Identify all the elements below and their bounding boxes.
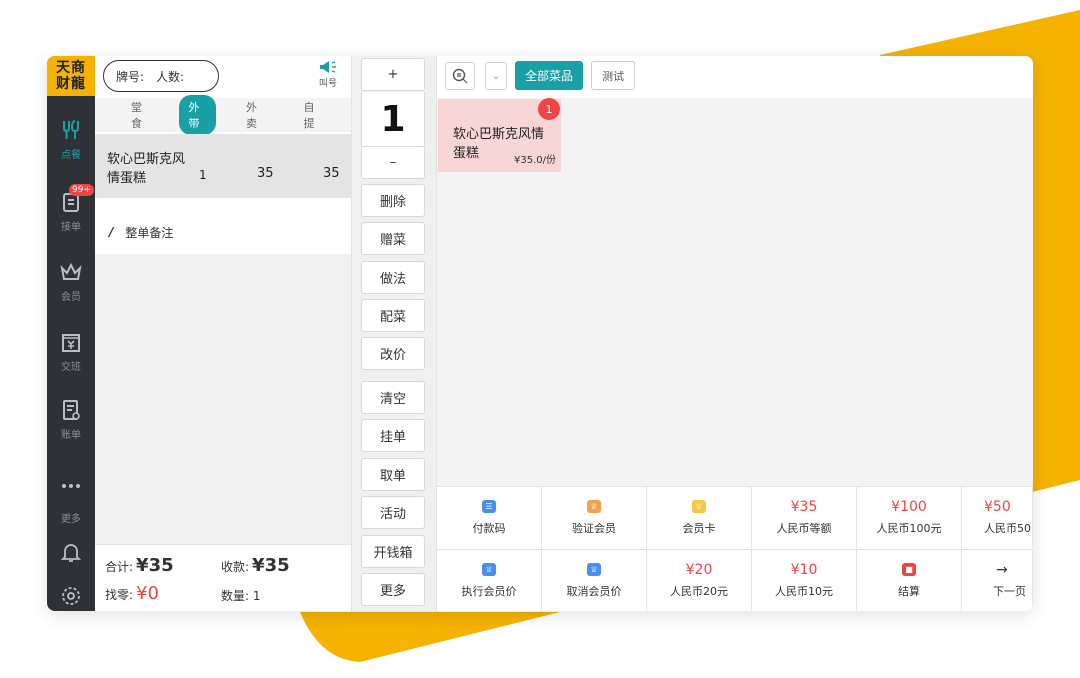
cash-50-button[interactable]: ¥50 人民币50 [962,486,1033,548]
checkout-button[interactable]: ■ 结算 [857,549,962,611]
increase-button[interactable]: + [361,58,425,91]
clear-button[interactable]: 清空 [361,381,425,414]
utensils-icon [63,120,79,139]
nav-bills[interactable]: 账单 [47,398,95,441]
apply-member-price-button[interactable]: ♕ 执行会员价 [437,549,542,611]
delete-button[interactable]: 删除 [361,184,425,217]
menu-area: ⌄ 全部菜品 测试 1 软心巴斯克风情蛋糕 ¥35.0/份 ☰ 付款码 ♕ 验证… [437,56,1033,611]
search-icon [452,68,468,84]
item-name: 情蛋糕 [107,171,147,186]
dish-count-badge: 1 [538,98,560,120]
paycode-icon: ☰ [482,499,496,513]
hold-order-button[interactable]: 挂单 [361,419,425,452]
next-page-button[interactable]: → 下一页 [962,549,1033,611]
crown-icon: ♕ [482,562,496,576]
nav-order[interactable]: 点餐 [47,118,95,161]
nav-settings[interactable] [47,584,95,608]
open-cash-drawer-button[interactable]: 开钱箱 [361,535,425,568]
change-price-button[interactable]: 改价 [361,337,425,370]
retrieve-order-button[interactable]: 取单 [361,458,425,491]
arrow-right-icon: → [996,562,1008,578]
bell-icon [60,544,82,562]
crown-icon [60,262,82,280]
item-total: 35 [323,166,340,181]
tab-pickup[interactable]: 自提 [294,95,332,135]
tab-delivery[interactable]: 外卖 [236,95,274,135]
dish-card[interactable]: 1 软心巴斯克风情蛋糕 ¥35.0/份 [438,98,561,172]
promotion-button[interactable]: 活动 [361,496,425,529]
order-panel: 牌号: 人数: 叫号 堂食 外带 外卖 自提 软心巴斯克风 情蛋糕 1 35 3… [95,56,352,611]
edit-icon: / [109,225,114,239]
gear-icon [62,587,80,605]
cashbox-icon [62,334,80,352]
megaphone-icon [319,61,336,73]
cash-20-button[interactable]: ¥20 人民币20元 [647,549,752,611]
more-actions-button[interactable]: 更多 [361,573,425,606]
category-dropdown-button[interactable]: ⌄ [485,62,507,90]
payment-grid: ☰ 付款码 ♕ 验证会员 ♕ 会员卡 ¥35 人民币等额 ¥100 人民币100… [437,486,1033,611]
member-card-button[interactable]: ♕ 会员卡 [647,486,752,548]
side-dish-button[interactable]: 配菜 [361,299,425,332]
nav-member[interactable]: 会员 [47,260,95,303]
dish-price: ¥35.0/份 [514,155,556,166]
cash-exact-button[interactable]: ¥35 人民币等额 [752,486,857,548]
cancel-member-price-button[interactable]: ♕ 取消会员价 [542,549,647,611]
tab-takeaway[interactable]: 外带 [178,95,216,135]
chevron-down-icon: ⌄ [491,70,501,82]
nav-shift[interactable]: 交班 [47,330,95,373]
order-item-row[interactable]: 软心巴斯克风 情蛋糕 1 35 35 [95,134,351,198]
search-button[interactable] [445,62,475,90]
wallet-icon: ■ [902,562,916,576]
cash-100-button[interactable]: ¥100 人民币100元 [857,486,962,548]
crown-icon: ♕ [587,562,601,576]
quantity-display: 1 [361,92,425,147]
crown-icon: ♕ [587,499,601,513]
side-nav: 天商 财龍 点餐 99+ 接单 会员 交班 账单 更多 [47,56,95,611]
cash-10-button[interactable]: ¥10 人民币10元 [752,549,857,611]
menu-toolbar: ⌄ 全部菜品 测试 [437,56,1033,98]
gift-dish-button[interactable]: 赠菜 [361,222,425,255]
item-quantity: 1 [199,168,207,182]
nav-accept-orders[interactable]: 99+ 接单 [47,184,95,233]
tab-dine-in[interactable]: 堂食 [121,95,159,135]
decrease-button[interactable]: – [361,146,425,179]
nav-more[interactable]: 更多 [47,474,95,525]
call-number-button[interactable]: 叫号 [319,60,337,89]
bill-icon [63,400,80,420]
action-column: + 1 – 删除 赠菜 做法 配菜 改价 清空 挂单 取单 活动 开钱箱 更多 [352,56,437,611]
table-number-field[interactable]: 牌号: 人数: [103,60,219,92]
cooking-method-button[interactable]: 做法 [361,261,425,294]
category-test[interactable]: 测试 [591,61,635,90]
logo: 天商 财龍 [47,56,95,96]
order-mode-tabs: 堂食 外带 外卖 自提 [95,95,351,135]
order-list-empty-area [95,254,351,544]
item-price: 35 [257,166,274,181]
item-count: 数量: 1 [221,589,261,603]
item-name: 软心巴斯克风 [107,152,186,167]
nav-notifications[interactable] [47,540,95,564]
verify-member-button[interactable]: ♕ 验证会员 [542,486,647,548]
pos-window: 天商 财龍 点餐 99+ 接单 会员 交班 账单 更多 牌号: 人数: 叫号 堂… [47,56,1033,611]
crown-icon: ♕ [692,499,706,513]
order-summary: 合计: ¥35 收款: ¥35 找零: ¥0 数量: 1 [95,544,351,611]
notification-badge: 99+ [69,184,94,196]
received-amount: 收款: ¥35 [221,555,290,576]
change-amount: 找零: ¥0 [105,583,159,604]
total-amount: 合计: ¥35 [105,555,174,576]
pay-code-button[interactable]: ☰ 付款码 [437,486,542,548]
category-all[interactable]: 全部菜品 [515,61,583,90]
order-note-button[interactable]: / 整单备注 [95,210,351,254]
more-dots-icon [62,484,80,488]
